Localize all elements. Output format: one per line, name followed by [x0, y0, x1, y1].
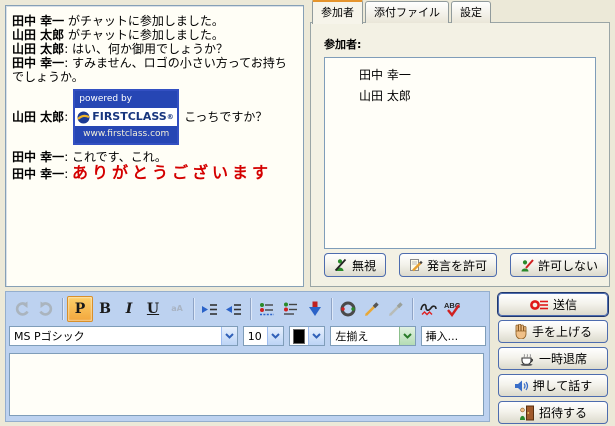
- signature-icon: [419, 300, 439, 318]
- indent-increase-button[interactable]: [198, 297, 222, 321]
- move-down-button[interactable]: [303, 297, 327, 321]
- spell-as-you-type-button[interactable]: [417, 297, 441, 321]
- chat-message: 田中 幸一: すみません、ロゴの小さい方ってお持ちでしょうか。: [12, 56, 297, 84]
- undo-icon: [13, 300, 31, 318]
- raise-hand-icon: [514, 324, 528, 339]
- font-toolbar: MS Pゴシック 10 左揃え: [6, 325, 489, 347]
- toolbar-separator: [250, 298, 251, 320]
- deny-permission-icon: [520, 258, 534, 272]
- action-buttons: 送信 手を上げる 一時退席: [498, 293, 608, 424]
- color-swatch: [293, 329, 305, 344]
- logo-powered-by: powered by: [75, 91, 177, 108]
- chat-message-emphasized: 田中 幸一: ありがとうございます: [12, 166, 297, 181]
- deny-permission-button[interactable]: 許可しない: [510, 253, 608, 277]
- align-select[interactable]: 左揃え: [330, 326, 415, 346]
- color-wheel-icon: [339, 300, 357, 318]
- font-size-select[interactable]: 10: [243, 326, 285, 346]
- indent-increase-icon: [201, 300, 219, 318]
- message-input[interactable]: [9, 353, 484, 416]
- invite-button[interactable]: 招待する: [498, 401, 608, 424]
- allow-speech-icon: [409, 258, 423, 272]
- toolbar-separator: [412, 298, 413, 320]
- chat-message: 田中 幸一 がチャットに参加しました。: [12, 14, 297, 28]
- send-button[interactable]: 送信: [498, 293, 608, 316]
- format-toolbar: P B I U aA: [6, 292, 489, 325]
- eyedropper-button[interactable]: [360, 297, 384, 321]
- chat-window: 田中 幸一 がチャットに参加しました。 山田 太郎 がチャットに参加しました。 …: [0, 0, 615, 426]
- bold-button[interactable]: B: [93, 297, 117, 321]
- bullet-list-alt-button[interactable]: [279, 297, 303, 321]
- down-arrow-icon: [306, 300, 324, 318]
- ignore-button[interactable]: 無視: [324, 253, 386, 277]
- participants-panel: 参加者: 田中 幸一 山田 太郎 無視: [310, 22, 610, 287]
- underline-button[interactable]: U: [141, 297, 165, 321]
- chevron-down-icon[interactable]: [267, 327, 283, 345]
- eyedropper-disabled-icon: [387, 300, 405, 318]
- tab-participants[interactable]: 参加者: [312, 0, 363, 24]
- insert-menu[interactable]: 挿入...: [421, 326, 486, 346]
- toolbar-separator: [331, 298, 332, 320]
- toolbar-separator: [193, 298, 194, 320]
- eyedropper-disabled-button[interactable]: [384, 297, 408, 321]
- tab-strip: 参加者 添付ファイル 設定: [312, 3, 493, 23]
- tab-settings[interactable]: 設定: [451, 1, 491, 23]
- chat-message-with-logo: 山田 太郎: powered by FIRSTCLASS® www.firstc…: [12, 89, 297, 145]
- bullet-list-button[interactable]: [255, 297, 279, 321]
- plain-style-button[interactable]: P: [67, 296, 93, 322]
- logo-url: www.firstclass.com: [75, 126, 177, 143]
- font-size-icon[interactable]: aA: [165, 297, 189, 321]
- bullet-list-icon: [258, 300, 276, 318]
- chat-message: 山田 太郎 がチャットに参加しました。: [12, 28, 297, 42]
- send-icon: [529, 298, 549, 312]
- bullet-list-alt-icon: [282, 300, 300, 318]
- step-away-icon: [519, 351, 535, 366]
- color-wheel-button[interactable]: [336, 297, 360, 321]
- chat-message: 山田 太郎: はい、何か御用でしょうか？: [12, 42, 297, 56]
- spell-check-button[interactable]: ABC: [441, 297, 465, 321]
- redo-button[interactable]: [34, 297, 58, 321]
- toolbar-separator: [62, 298, 63, 320]
- allow-speech-button[interactable]: 発言を許可: [399, 253, 497, 277]
- invite-icon: [519, 405, 535, 421]
- spell-check-icon: ABC: [443, 300, 463, 318]
- participant-item[interactable]: 山田 太郎: [325, 86, 595, 107]
- chat-message: 田中 幸一: これです、これ。: [12, 150, 297, 164]
- chat-transcript[interactable]: 田中 幸一 がチャットに参加しました。 山田 太郎 がチャットに参加しました。 …: [5, 5, 304, 287]
- firstclass-globe-icon: [77, 111, 90, 124]
- step-away-button[interactable]: 一時退席: [498, 347, 608, 370]
- chevron-down-icon[interactable]: [221, 327, 237, 345]
- participants-heading: 参加者:: [324, 36, 361, 52]
- firstclass-logo: powered by FIRSTCLASS® www.firstclass.co…: [73, 89, 179, 145]
- redo-icon: [37, 300, 55, 318]
- ignore-user-icon: [334, 258, 348, 272]
- push-to-talk-button[interactable]: 押して話す: [498, 374, 608, 397]
- logo-brand-text: FIRSTCLASS®: [92, 110, 173, 124]
- indent-decrease-button[interactable]: [222, 297, 246, 321]
- font-select[interactable]: MS Pゴシック: [9, 326, 238, 346]
- raise-hand-button[interactable]: 手を上げる: [498, 320, 608, 343]
- eyedropper-icon: [363, 300, 381, 318]
- participants-list[interactable]: 田中 幸一 山田 太郎: [324, 57, 596, 249]
- compose-panel: P B I U aA: [5, 291, 490, 422]
- font-color-select[interactable]: [289, 326, 325, 346]
- moderation-buttons: 無視 発言を許可 許可しない: [324, 253, 608, 277]
- indent-decrease-icon: [225, 300, 243, 318]
- italic-button[interactable]: I: [117, 297, 141, 321]
- push-to-talk-icon: [514, 379, 529, 393]
- undo-button[interactable]: [10, 297, 34, 321]
- chevron-down-icon[interactable]: [399, 327, 415, 345]
- chevron-down-icon[interactable]: [308, 327, 324, 345]
- participant-item[interactable]: 田中 幸一: [325, 65, 595, 86]
- tab-attachments[interactable]: 添付ファイル: [365, 1, 449, 23]
